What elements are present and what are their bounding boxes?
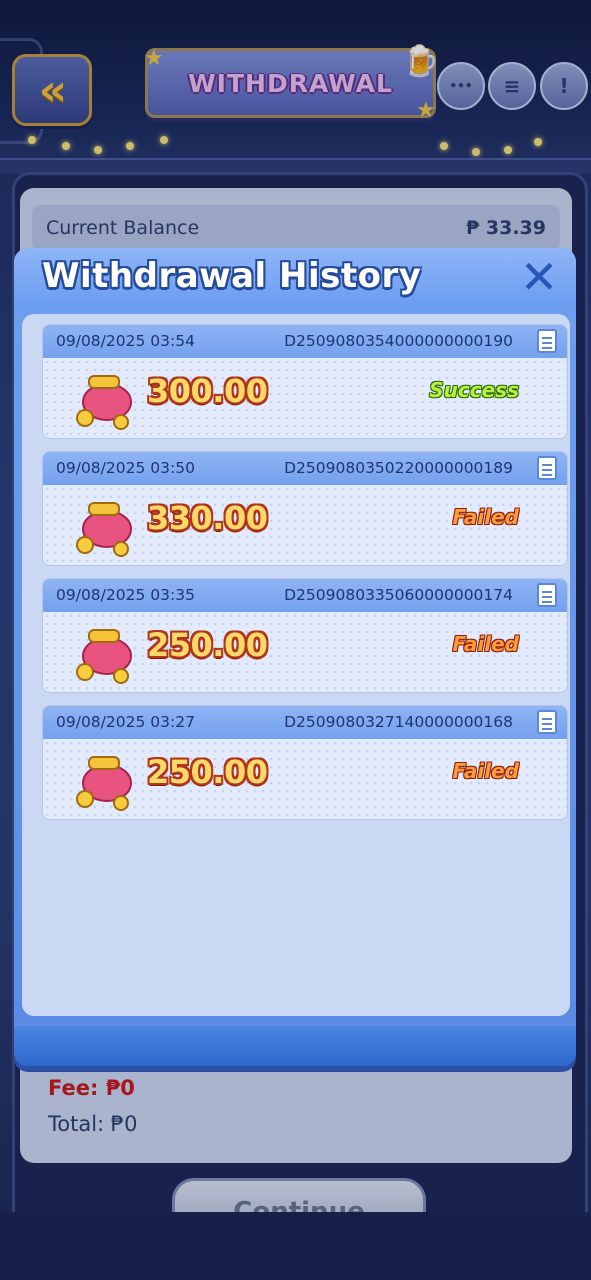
record-body: 250.00 Failed bbox=[43, 612, 567, 692]
record-id: D2509080350220000000189 bbox=[284, 459, 513, 477]
record-status: Failed bbox=[452, 759, 519, 783]
record-header: 09/08/2025 03:35 D2509080335060000000174 bbox=[43, 579, 567, 612]
record-id: D2509080354000000000190 bbox=[284, 332, 513, 350]
coin-purse-icon bbox=[76, 502, 132, 557]
record-id: D2509080327140000000168 bbox=[284, 713, 513, 731]
record-body: 300.00 Success bbox=[43, 358, 567, 438]
record-status: Failed bbox=[452, 632, 519, 656]
withdrawal-history-modal: Withdrawal History ✕ 09/08/2025 03:54 D2… bbox=[14, 248, 576, 1066]
history-record: 09/08/2025 03:35 D2509080335060000000174… bbox=[42, 578, 568, 693]
history-record: 09/08/2025 03:27 D2509080327140000000168… bbox=[42, 705, 568, 820]
record-amount: 250.00 bbox=[147, 626, 268, 664]
record-body: 330.00 Failed bbox=[43, 485, 567, 565]
record-header: 09/08/2025 03:50 D2509080350220000000189 bbox=[43, 452, 567, 485]
coin-purse-icon bbox=[76, 375, 132, 430]
modal-footer bbox=[14, 1026, 576, 1066]
close-icon[interactable]: ✕ bbox=[516, 254, 562, 300]
coin-purse-icon bbox=[76, 756, 132, 811]
history-record: 09/08/2025 03:50 D2509080350220000000189… bbox=[42, 451, 568, 566]
record-status: Success bbox=[429, 378, 519, 402]
record-header: 09/08/2025 03:27 D2509080327140000000168 bbox=[43, 706, 567, 739]
modal-title: Withdrawal History bbox=[42, 256, 422, 296]
history-record: 09/08/2025 03:54 D2509080354000000000190… bbox=[42, 324, 568, 439]
record-date: 09/08/2025 03:35 bbox=[56, 586, 195, 604]
record-date: 09/08/2025 03:54 bbox=[56, 332, 195, 350]
record-amount: 250.00 bbox=[147, 753, 268, 791]
copy-icon[interactable] bbox=[537, 583, 557, 607]
record-date: 09/08/2025 03:50 bbox=[56, 459, 195, 477]
record-status: Failed bbox=[452, 505, 519, 529]
coin-purse-icon bbox=[76, 629, 132, 684]
record-body: 250.00 Failed bbox=[43, 739, 567, 819]
record-date: 09/08/2025 03:27 bbox=[56, 713, 195, 731]
copy-icon[interactable] bbox=[537, 329, 557, 353]
modal-header: Withdrawal History ✕ bbox=[14, 248, 576, 308]
record-amount: 330.00 bbox=[147, 499, 268, 537]
copy-icon[interactable] bbox=[537, 710, 557, 734]
record-amount: 300.00 bbox=[147, 372, 268, 410]
record-id: D2509080335060000000174 bbox=[284, 586, 513, 604]
history-list: 09/08/2025 03:54 D2509080354000000000190… bbox=[22, 314, 570, 1016]
copy-icon[interactable] bbox=[537, 456, 557, 480]
record-header: 09/08/2025 03:54 D2509080354000000000190 bbox=[43, 325, 567, 358]
